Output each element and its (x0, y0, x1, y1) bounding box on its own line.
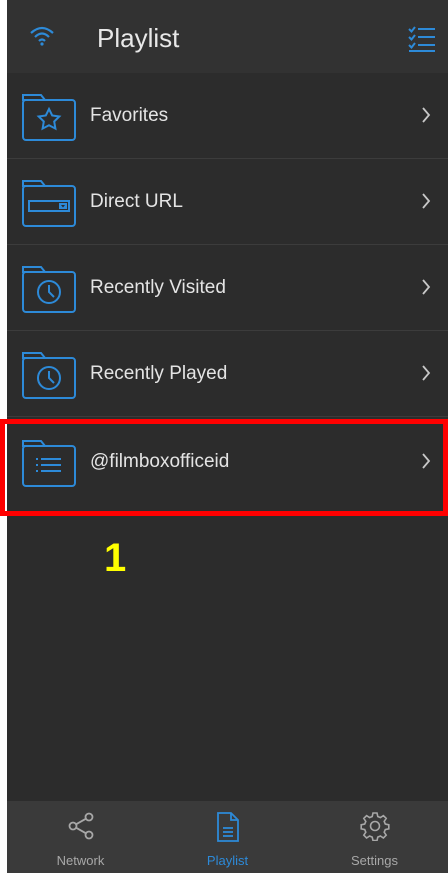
playlist-row-recently-visited[interactable]: Recently Visited (7, 245, 448, 331)
document-icon (215, 811, 241, 848)
playlist-row-filmboxofficeid[interactable]: @filmboxofficeid (7, 419, 448, 505)
step-number-label: 1 (104, 536, 127, 580)
header-bar: Playlist (7, 0, 448, 73)
bottom-tab-bar: Network Playlist Settings (7, 801, 448, 873)
chevron-right-icon (421, 364, 431, 387)
list-folder-icon (21, 433, 77, 494)
page-title: Playlist (97, 23, 180, 53)
row-label: Recently Played (90, 363, 228, 384)
row-label: Favorites (90, 105, 169, 126)
chevron-right-icon (421, 278, 431, 301)
chevron-right-icon (421, 452, 431, 475)
chevron-right-icon (421, 106, 431, 129)
tab-settings[interactable]: Settings (301, 801, 448, 873)
wifi-icon[interactable] (29, 24, 55, 51)
url-folder-icon (21, 173, 77, 234)
checklist-icon[interactable] (407, 24, 437, 57)
tab-playlist[interactable]: Playlist (154, 801, 301, 873)
clock-folder-icon (21, 345, 77, 406)
tab-label: Network (56, 853, 105, 868)
row-label: Recently Visited (90, 277, 226, 298)
playlist-row-favorites[interactable]: Favorites (7, 73, 448, 159)
tab-network[interactable]: Network (7, 801, 154, 873)
playlist-row-direct-url[interactable]: Direct URL (7, 159, 448, 245)
tab-label: Settings (351, 853, 398, 868)
gear-icon (359, 811, 390, 846)
playlist-row-recently-played[interactable]: Recently Played (7, 331, 448, 417)
row-label: @filmboxofficeid (90, 451, 230, 472)
share-icon (66, 811, 96, 846)
star-folder-icon (21, 87, 77, 148)
tab-label: Playlist (206, 853, 249, 868)
row-label: Direct URL (90, 191, 183, 212)
chevron-right-icon (421, 192, 431, 215)
clock-folder-icon (21, 259, 77, 320)
app-screen: Playlist Favorites Direct URL Recently V… (7, 0, 448, 873)
